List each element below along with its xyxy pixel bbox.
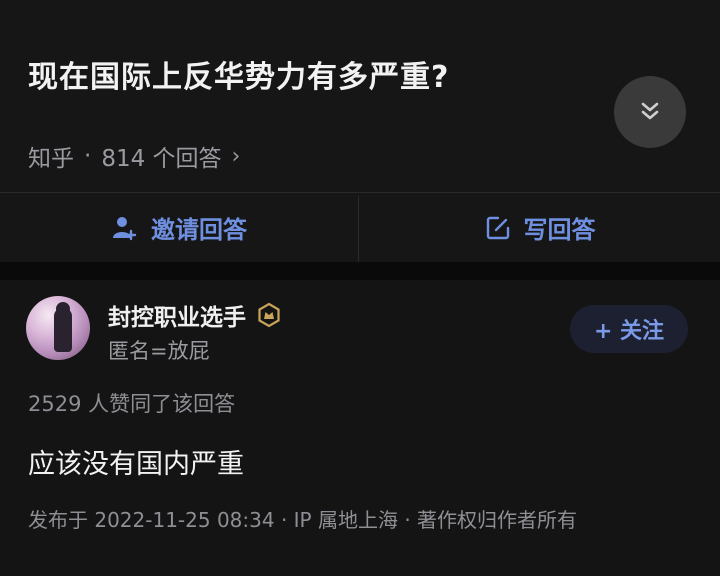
meta-separator: · [84,143,92,169]
author-bio: 匿名=放屁 [108,339,210,363]
likes-count: 2529 人赞同了该回答 [28,392,236,416]
avatar-figure [54,308,72,352]
avatar[interactable] [26,296,90,360]
question-card: 现在国际上反华势力有多严重? 知乎 · 814 个回答 › 邀请回答 写回答 [0,0,720,262]
answer-footer: 发布于 2022-11-25 08:34 · IP 属地上海 · 著作权归作者所… [28,508,578,532]
author-name-text: 封控职业选手 [108,305,246,331]
question-title[interactable]: 现在国际上反华势力有多严重? [28,52,449,96]
section-gap [0,262,720,280]
chevron-right-icon: › [231,143,241,169]
collapse-button[interactable] [614,76,686,148]
verified-badge-icon [258,302,280,328]
follow-button[interactable]: + 关注 [570,305,688,353]
double-chevron-down-icon [641,102,659,120]
author-name[interactable]: 封控职业选手 [108,298,282,332]
source-label: 知乎 [28,146,74,172]
write-answer-label: 写回答 [523,216,596,244]
edit-icon [486,216,509,239]
question-meta[interactable]: 知乎 · 814 个回答 › [28,139,240,173]
answer-count: 814 个回答 [101,146,222,172]
add-user-icon [113,216,137,240]
answer-content[interactable]: 应该没有国内严重 [28,442,244,481]
write-answer-button[interactable]: 写回答 [359,193,720,262]
answer-card: 封控职业选手 匿名=放屁 + 关注 2529 人赞同了该回答 应该没有国内严重 … [0,280,720,576]
invite-answer-button[interactable]: 邀请回答 [0,193,358,262]
invite-answer-label: 邀请回答 [151,216,247,244]
